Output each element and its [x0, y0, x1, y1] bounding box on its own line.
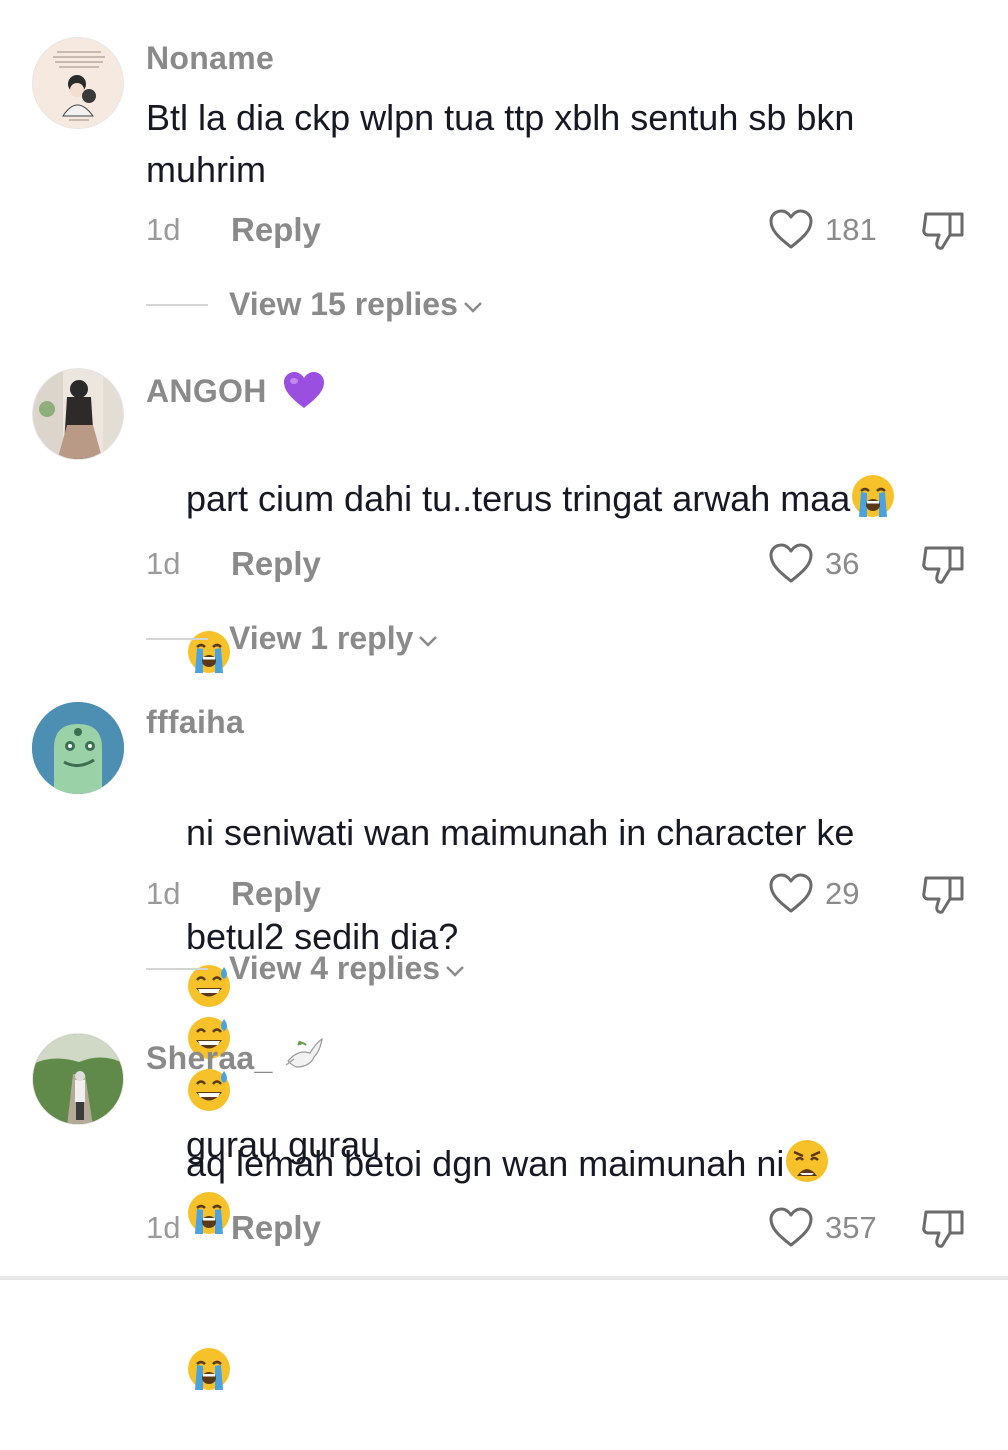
- loudly-crying-face-emoji: [188, 631, 231, 673]
- view-replies-button[interactable]: View 1 reply: [229, 620, 439, 657]
- dove-emoji: [285, 1037, 323, 1068]
- username[interactable]: Sheraa_: [146, 1035, 324, 1077]
- weary-face-emoji: [786, 1140, 829, 1182]
- loudly-crying-face-emoji: [852, 475, 895, 517]
- like-count: 181: [825, 212, 877, 247]
- avatar[interactable]: [32, 37, 124, 129]
- comment-text: Btl la dia ckp wlpn tua ttp xblh sentuh …: [146, 97, 855, 190]
- divider: [146, 638, 208, 640]
- avatar[interactable]: [32, 702, 124, 794]
- username[interactable]: Noname: [146, 40, 274, 77]
- comment-time: 1d: [146, 212, 181, 247]
- chevron-down-icon: [464, 301, 482, 313]
- thumbs-down-icon[interactable]: [920, 208, 968, 252]
- comment-text-line: aq lemah betoi dgn wan maimunah ni: [186, 1143, 785, 1184]
- chevron-down-icon: [446, 965, 464, 977]
- like-count: 29: [825, 876, 860, 911]
- username-text: ANGOH: [146, 373, 267, 409]
- reply-button[interactable]: Reply: [231, 211, 321, 249]
- view-replies-label: View 4 replies: [229, 950, 441, 986]
- thumbs-down-icon[interactable]: [920, 872, 968, 916]
- reply-button[interactable]: Reply: [231, 875, 321, 913]
- avatar[interactable]: [32, 368, 124, 460]
- loudly-crying-face-emoji: [188, 1348, 231, 1390]
- view-replies-button[interactable]: View 4 replies: [229, 950, 466, 987]
- heart-icon[interactable]: [768, 208, 814, 250]
- heart-icon[interactable]: [768, 542, 814, 584]
- bottom-divider: [0, 1276, 1008, 1280]
- view-replies-label: View 15 replies: [229, 286, 458, 322]
- chevron-down-icon: [419, 635, 438, 647]
- divider: [146, 304, 208, 306]
- comment-time: 1d: [146, 1210, 181, 1245]
- thumbs-down-icon[interactable]: [920, 1206, 968, 1250]
- reply-button[interactable]: Reply: [231, 545, 321, 583]
- heart-icon[interactable]: [768, 872, 814, 914]
- divider: [146, 968, 208, 970]
- username[interactable]: ANGOH: [146, 370, 326, 410]
- like-count: 36: [825, 546, 860, 581]
- comment-time: 1d: [146, 876, 181, 911]
- heart-icon[interactable]: [768, 1206, 814, 1248]
- username[interactable]: fffaiha: [146, 704, 244, 741]
- username-text: Sheraa_: [146, 1040, 273, 1076]
- avatar[interactable]: [32, 1033, 124, 1125]
- thumbs-down-icon[interactable]: [920, 542, 968, 586]
- comment-text-line: ni seniwati wan maimunah in character ke: [186, 812, 855, 853]
- view-replies-button[interactable]: View 15 replies: [229, 286, 484, 323]
- comment-text: aq lemah betoi dgn wan maimunah ni: [146, 1086, 976, 1450]
- like-count: 357: [825, 1210, 877, 1245]
- reply-button[interactable]: Reply: [231, 1209, 321, 1247]
- view-replies-label: View 1 reply: [229, 620, 414, 656]
- purple-heart-emoji: [283, 372, 324, 408]
- comment-time: 1d: [146, 546, 181, 581]
- comment-text-line: part cium dahi tu..terus tringat arwah m…: [186, 478, 851, 519]
- loudly-crying-face-emoji: [188, 1192, 231, 1234]
